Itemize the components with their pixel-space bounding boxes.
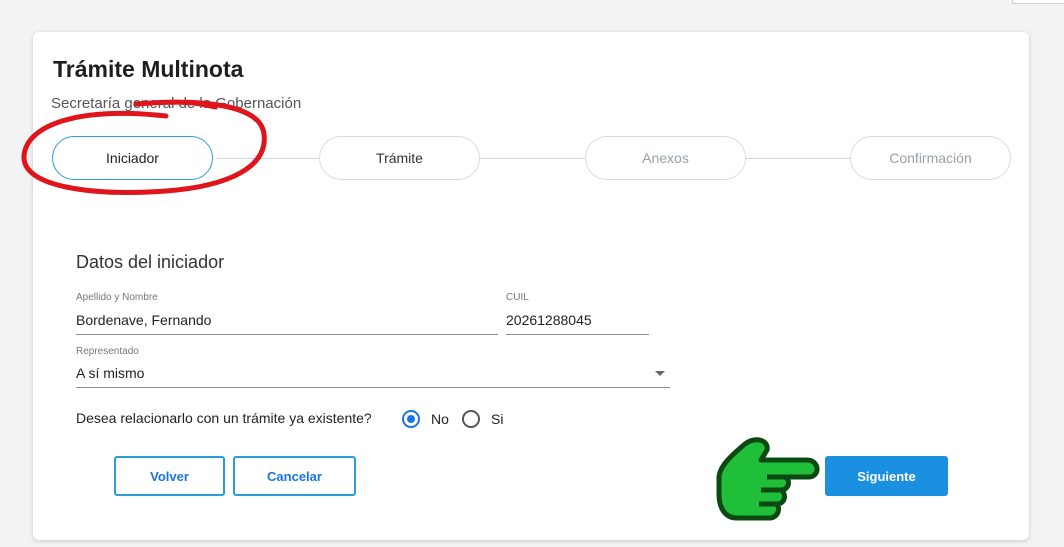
representado-label: Representado	[76, 346, 139, 357]
volver-button[interactable]: Volver	[114, 456, 225, 496]
representado-underline	[76, 387, 670, 388]
relacionar-question: Desea relacionarlo con un trámite ya exi…	[76, 410, 372, 426]
nombre-field[interactable]: Bordenave, Fernando	[76, 312, 211, 328]
step-tramite[interactable]: Trámite	[319, 136, 480, 180]
cuil-underline	[506, 334, 649, 335]
step-confirmacion[interactable]: Confirmación	[850, 136, 1011, 180]
form-card: Trámite Multinota Secretaría general de …	[33, 32, 1029, 540]
step-anexos[interactable]: Anexos	[585, 136, 746, 180]
radio-no-label: No	[431, 411, 449, 427]
radio-si[interactable]	[462, 410, 480, 428]
radio-no[interactable]	[402, 410, 420, 428]
stepper-connector	[746, 158, 850, 159]
stepper-connector	[216, 158, 319, 159]
nombre-label: Apellido y Nombre	[76, 292, 158, 303]
nombre-underline	[76, 334, 498, 335]
cuil-field[interactable]: 20261288045	[506, 312, 592, 328]
step-iniciador[interactable]: Iniciador	[52, 136, 213, 180]
representado-select[interactable]: A sí mismo	[76, 365, 144, 381]
pointing-hand-icon	[716, 437, 820, 521]
page-title: Trámite Multinota	[53, 56, 244, 82]
cancelar-button[interactable]: Cancelar	[233, 456, 356, 496]
top-right-edge	[1012, 0, 1064, 4]
chevron-down-icon[interactable]	[655, 371, 665, 376]
radio-si-label: Si	[491, 411, 504, 427]
cuil-label: CUIL	[506, 292, 529, 303]
section-title: Datos del iniciador	[76, 252, 225, 272]
siguiente-button[interactable]: Siguiente	[825, 456, 948, 496]
page-subtitle: Secretaría general de la Gobernación	[51, 95, 302, 112]
stepper-connector	[480, 158, 585, 159]
